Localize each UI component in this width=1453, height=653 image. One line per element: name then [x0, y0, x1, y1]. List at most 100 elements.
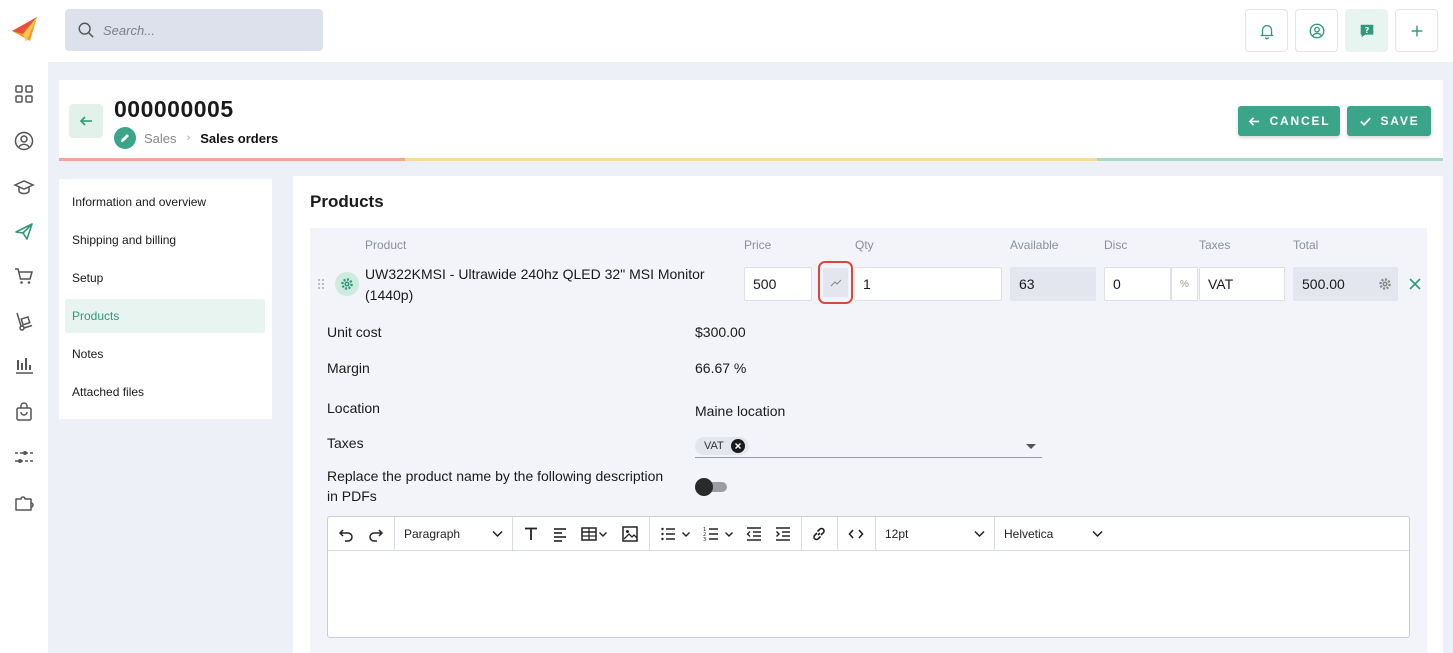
rail-plugins[interactable]	[13, 493, 35, 515]
arrow-left-icon	[1248, 116, 1259, 126]
paper-plane-icon	[15, 223, 33, 240]
font-size-value: 12pt	[885, 526, 909, 541]
progress-strip-segment	[59, 158, 405, 161]
profile-button[interactable]	[1295, 9, 1338, 52]
breadcrumb-sales-orders[interactable]: Sales orders	[200, 131, 278, 146]
add-button[interactable]	[1395, 9, 1438, 52]
nav-item-shipping[interactable]: Shipping and billing	[65, 223, 265, 257]
edit-pencil-icon	[114, 127, 136, 149]
link-button[interactable]	[810, 517, 828, 550]
font-size-dropdown[interactable]: 12pt	[875, 517, 994, 550]
section-nav: Information and overview Shipping and bi…	[59, 179, 272, 419]
price-input[interactable]: 500	[744, 267, 812, 301]
product-settings-button[interactable]	[335, 272, 359, 296]
nav-item-notes[interactable]: Notes	[65, 337, 265, 371]
breadcrumb: Sales › Sales orders	[114, 127, 278, 149]
text-t-icon	[525, 527, 537, 540]
rail-dashboard[interactable]	[13, 83, 35, 105]
replace-description-label: Replace the product name by the followin…	[327, 468, 664, 504]
drag-handle-icon[interactable]	[317, 278, 325, 290]
col-header-price: Price	[744, 238, 772, 252]
undo-icon	[338, 528, 353, 542]
total-settings-button[interactable]	[1371, 267, 1398, 301]
product-line: Product Price Qty Available Disc Taxes T…	[310, 228, 1427, 653]
replace-description-toggle[interactable]	[695, 478, 729, 496]
align-button[interactable]	[551, 517, 569, 550]
cart-icon	[15, 268, 33, 284]
sliders-icon	[15, 451, 33, 463]
help-button[interactable]: ?	[1345, 9, 1388, 52]
total-value: 500.00	[1293, 267, 1371, 301]
indent-button[interactable]	[774, 517, 792, 550]
text-format-button[interactable]	[522, 517, 540, 550]
bell-icon	[1259, 24, 1274, 39]
price-history-button[interactable]	[818, 261, 853, 304]
hand-truck-icon	[16, 312, 33, 331]
rail-purchases[interactable]	[13, 401, 35, 423]
svg-text:?: ?	[1364, 24, 1369, 34]
rail-reports[interactable]	[13, 354, 35, 376]
check-icon	[1359, 117, 1371, 126]
gear-icon	[1378, 278, 1391, 290]
col-header-total: Total	[1293, 238, 1319, 252]
remove-line-icon[interactable]	[1407, 276, 1423, 292]
bullet-list-button[interactable]	[659, 517, 691, 550]
taxes-input[interactable]: VAT	[1199, 267, 1285, 301]
chevron-down-icon	[492, 530, 503, 538]
progress-strip-segment	[405, 158, 751, 161]
shopping-bag-icon	[16, 402, 32, 421]
bullet-list-icon	[661, 527, 675, 540]
outdent-button[interactable]	[745, 517, 763, 550]
remove-chip-icon[interactable]	[730, 439, 745, 453]
page-title: 000000005	[114, 96, 234, 122]
rail-learning[interactable]	[13, 176, 35, 198]
help-chat-icon: ?	[1360, 24, 1373, 37]
rail-inventory[interactable]	[13, 310, 35, 332]
rail-settings[interactable]	[13, 446, 35, 468]
dashboard-grid-icon	[15, 85, 33, 103]
block-format-dropdown[interactable]: Paragraph	[394, 517, 512, 550]
numbered-list-button[interactable]: 123	[702, 517, 734, 550]
tax-chip-label: VAT	[704, 440, 724, 452]
table-button[interactable]	[580, 517, 608, 550]
search-bar[interactable]	[65, 9, 323, 51]
image-button[interactable]	[621, 517, 639, 550]
rail-shop[interactable]	[13, 265, 35, 287]
rich-text-editor[interactable]: Paragraph 1 2 3 12pt Helvetica	[327, 516, 1410, 638]
app-logo[interactable]	[10, 14, 40, 44]
cancel-label: CANCEL	[1269, 114, 1331, 128]
discount-input[interactable]: 0	[1104, 267, 1171, 301]
save-label: SAVE	[1380, 114, 1420, 128]
nav-item-attached-files[interactable]: Attached files	[65, 375, 265, 409]
code-button[interactable]	[847, 517, 865, 550]
search-input[interactable]	[103, 22, 303, 38]
chevron-down-icon	[725, 531, 733, 537]
nav-item-setup[interactable]: Setup	[65, 261, 265, 295]
back-button[interactable]	[69, 104, 103, 138]
notifications-button[interactable]	[1245, 9, 1288, 52]
rail-sales[interactable]	[13, 220, 35, 242]
taxes-select[interactable]: VAT	[695, 434, 1042, 458]
undo-button[interactable]	[337, 517, 355, 550]
svg-text:3: 3	[703, 537, 706, 543]
font-family-dropdown[interactable]: Helvetica	[994, 517, 1112, 550]
puzzle-icon	[15, 496, 34, 511]
breadcrumb-sales[interactable]: Sales	[144, 131, 177, 146]
cancel-button[interactable]: CANCEL	[1238, 106, 1340, 136]
bar-chart-icon	[16, 358, 33, 374]
toolbar-divider	[512, 517, 513, 550]
qty-input[interactable]: 1	[854, 267, 1002, 301]
redo-icon	[369, 528, 384, 542]
nav-item-information[interactable]: Information and overview	[65, 185, 265, 219]
user-circle-icon	[1309, 23, 1324, 38]
chevron-down-icon	[1092, 530, 1103, 538]
numbered-list-icon: 123	[703, 527, 718, 543]
code-icon	[848, 528, 864, 539]
rail-contacts[interactable]	[13, 130, 35, 152]
font-family-value: Helvetica	[1004, 526, 1054, 541]
nav-item-products[interactable]: Products	[65, 299, 265, 333]
top-bar: ?	[0, 0, 1453, 62]
arrow-left-icon	[79, 116, 92, 126]
save-button[interactable]: SAVE	[1347, 106, 1431, 136]
redo-button[interactable]	[367, 517, 385, 550]
